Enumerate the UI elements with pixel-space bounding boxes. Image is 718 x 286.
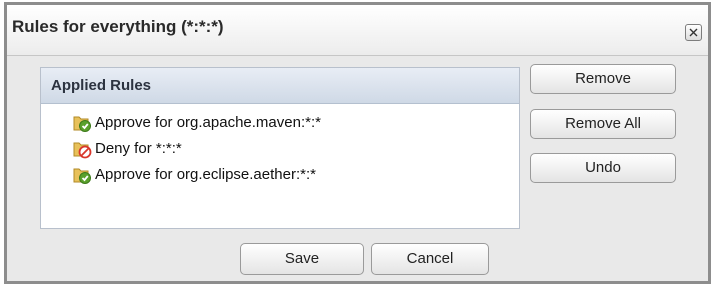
save-button[interactable]: Save [240, 243, 364, 275]
rule-item-approve-maven[interactable]: Approve for org.apache.maven:*:* [41, 110, 519, 136]
rule-label: Approve for org.eclipse.aether:*:* [95, 166, 316, 183]
dialog-title: Rules for everything (*:*:*) [12, 17, 224, 36]
rule-item-approve-aether[interactable]: Approve for org.eclipse.aether:*:* [41, 162, 519, 188]
remove-button[interactable]: Remove [530, 64, 676, 94]
rules-list: Approve for org.apache.maven:*:* Deny fo… [41, 104, 519, 188]
rule-label: Deny for *:*:* [95, 140, 182, 157]
dialog-titlebar: Rules for everything (*:*:*) [7, 5, 708, 56]
approve-icon [73, 168, 91, 184]
cancel-button[interactable]: Cancel [371, 243, 489, 275]
panel-header: Applied Rules [41, 68, 519, 104]
close-button[interactable] [685, 24, 702, 41]
rule-item-deny-all[interactable]: Deny for *:*:* [41, 136, 519, 162]
deny-icon [73, 142, 92, 159]
applied-rules-panel: Applied Rules Approve for org.apache.mav… [40, 67, 520, 229]
close-icon [689, 28, 698, 37]
remove-all-button[interactable]: Remove All [530, 109, 676, 139]
undo-button[interactable]: Undo [530, 153, 676, 183]
rule-label: Approve for org.apache.maven:*:* [95, 114, 321, 131]
rules-dialog: Rules for everything (*:*:*) Applied Rul… [4, 2, 711, 284]
approve-icon [73, 116, 91, 132]
